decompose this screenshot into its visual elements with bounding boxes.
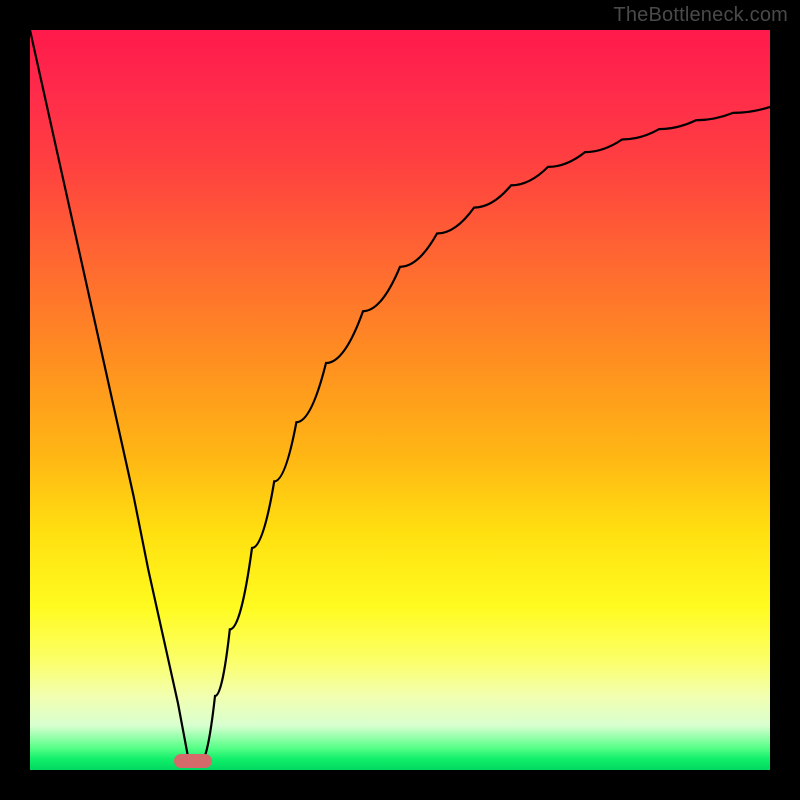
curve-right-branch [200,107,770,763]
optimal-marker [174,754,212,768]
chart-frame: TheBottleneck.com [0,0,800,800]
plot-area [30,30,770,770]
bottleneck-curve [30,30,770,770]
curve-left-branch [30,30,189,763]
attribution-text: TheBottleneck.com [613,4,788,27]
